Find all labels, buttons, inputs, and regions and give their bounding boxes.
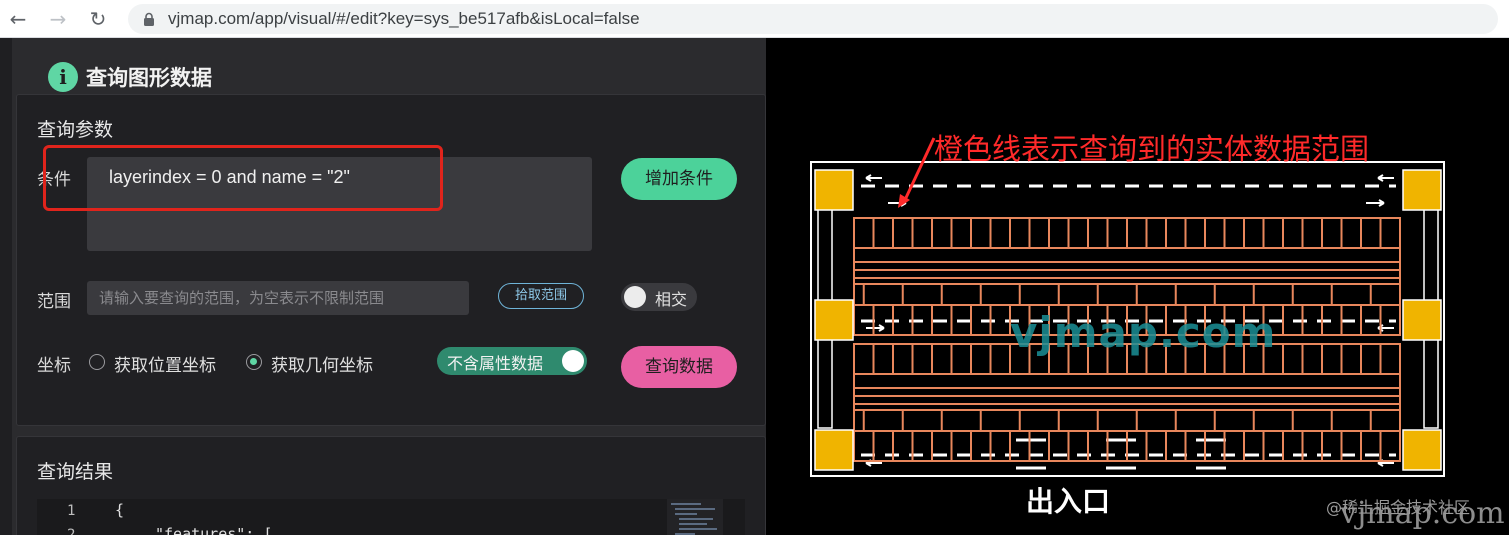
radio-geometry-coords[interactable] [246, 354, 262, 370]
page-title-text: 查询图形数据 [86, 66, 212, 90]
line-number: 2 [67, 527, 76, 535]
range-label: 范围 [37, 292, 71, 312]
corner-marker [1402, 429, 1442, 471]
app-window: i 查询图形数据 查询参数 条件 layerindex = 0 and name… [0, 38, 1509, 535]
left-edge-panel [0, 38, 12, 535]
lane-arrow [866, 324, 885, 332]
radio-geometry-coords-label[interactable]: 获取几何坐标 [271, 351, 373, 376]
coord-label: 坐标 [37, 356, 71, 376]
radio-position-coords-label[interactable]: 获取位置坐标 [114, 351, 216, 376]
line-number: 1 [67, 503, 76, 519]
map-preview[interactable]: 橙色线表示查询到的实体数据范围 vjmap.com 出入口 vjmap.com … [766, 38, 1509, 535]
query-results-header: 查询结果 [37, 461, 114, 483]
exclude-attrs-toggle-knob [562, 350, 584, 372]
highlight-box [43, 145, 443, 211]
map-annotation: 橙色线表示查询到的实体数据范围 [934, 132, 1370, 166]
corner-marker [1402, 299, 1442, 341]
page-title: i 查询图形数据 [48, 62, 212, 92]
corner-marker [814, 299, 854, 341]
credit-label: @稀土掘金技术社区 [1326, 498, 1471, 517]
corner-marker [814, 429, 854, 471]
lane-arrow [865, 174, 882, 182]
pick-range-button[interactable]: 拾取范围 [498, 283, 584, 309]
entrance-label: 出入口 [1026, 485, 1111, 518]
lane-arrow [1366, 199, 1385, 207]
forward-arrow-icon[interactable]: → [44, 5, 72, 33]
query-results-panel: 查询结果 1 { 2 "features": [ [16, 436, 766, 535]
corner-marker [814, 169, 854, 211]
query-params-panel: 查询参数 条件 layerindex = 0 and name = "2" 增加… [16, 94, 766, 426]
browser-bar: ← → ↻ vjmap.com/app/visual/#/edit?key=sy… [0, 0, 1509, 38]
exclude-attrs-toggle[interactable]: 不含属性数据 [437, 347, 587, 375]
exclude-attrs-toggle-label: 不含属性数据 [447, 354, 544, 373]
intersect-toggle-knob [624, 286, 646, 308]
url-text[interactable]: vjmap.com/app/visual/#/edit?key=sys_be51… [168, 9, 640, 29]
info-icon: i [48, 62, 78, 92]
query-params-header: 查询参数 [37, 119, 114, 141]
parking-lot-drawing [810, 137, 1445, 477]
code-line[interactable]: { [115, 501, 124, 519]
annotation-arrow [902, 137, 936, 203]
radio-position-coords[interactable] [89, 354, 105, 370]
result-code-editor[interactable]: 1 { 2 "features": [ [37, 499, 745, 535]
lane-arrow [1377, 174, 1394, 182]
query-data-button[interactable]: 查询数据 [621, 346, 737, 388]
back-arrow-icon[interactable]: ← [4, 5, 32, 33]
address-bar[interactable]: vjmap.com/app/visual/#/edit?key=sys_be51… [128, 4, 1498, 34]
code-line[interactable]: "features": [ [155, 525, 272, 535]
intersect-toggle-label: 相交 [655, 290, 688, 309]
map-watermark: vjmap.com [1010, 308, 1277, 357]
add-condition-button[interactable]: 增加条件 [621, 158, 737, 200]
intersect-toggle[interactable]: 相交 [621, 283, 697, 311]
lock-icon [144, 12, 154, 26]
code-minimap[interactable] [667, 499, 723, 535]
corner-marker [1402, 169, 1442, 211]
range-input[interactable]: 请输入要查询的范围，为空表示不限制范围 [87, 281, 469, 315]
reload-icon[interactable]: ↻ [84, 5, 112, 33]
